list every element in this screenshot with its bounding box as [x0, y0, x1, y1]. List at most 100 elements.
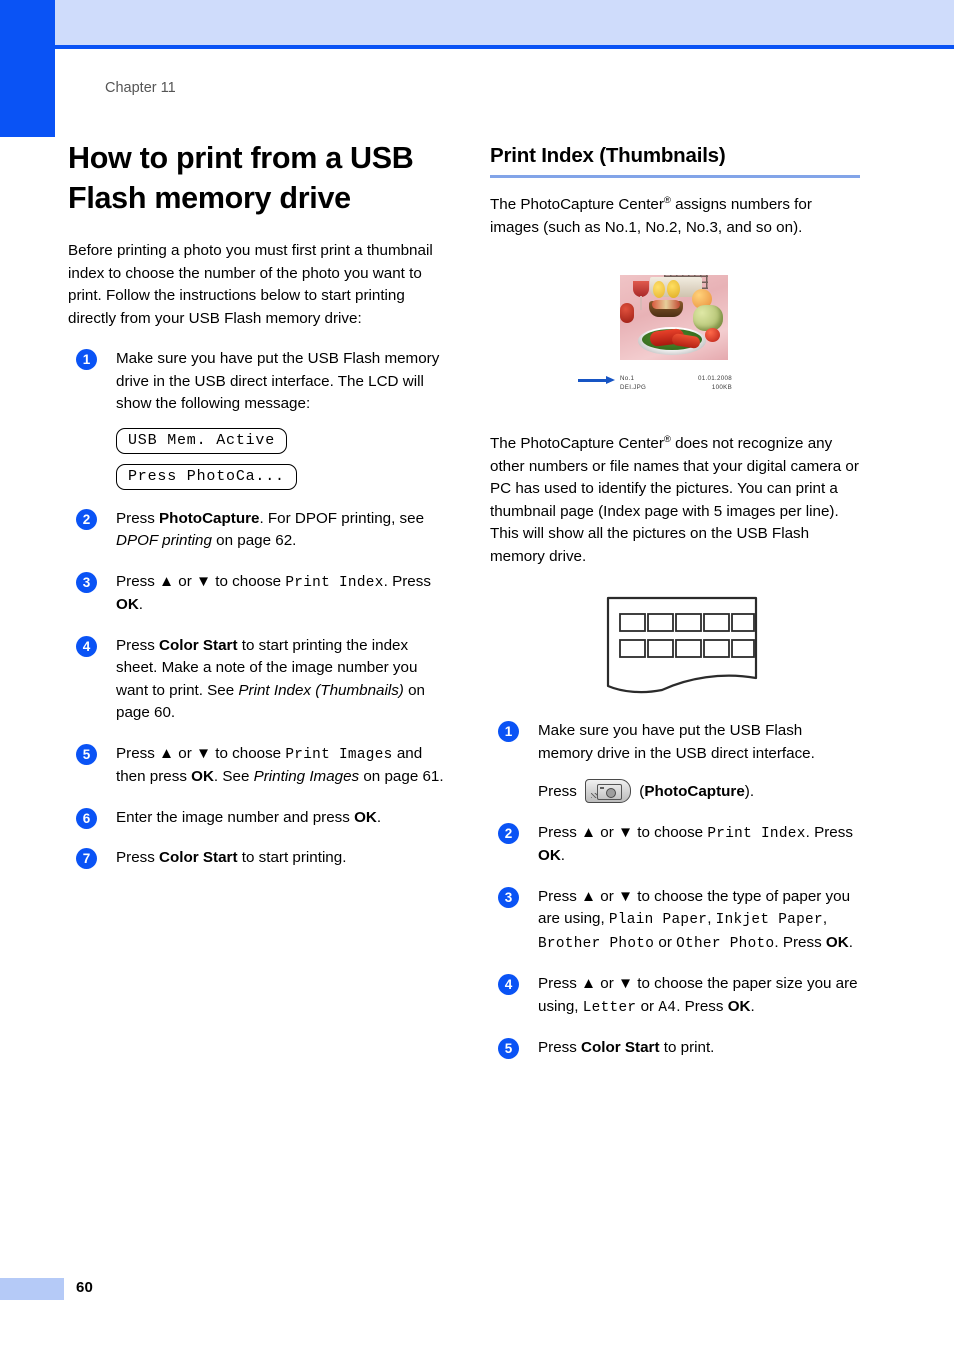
step-text: .	[376, 808, 382, 826]
photo-wine-stem	[640, 296, 642, 310]
index-sheet-figure	[490, 594, 860, 702]
paragraph-text: does not recognize any other numbers or …	[490, 435, 859, 565]
photo-tomato	[705, 328, 720, 342]
step-text: . Press	[676, 997, 728, 1015]
menu-option-print-index: Print Index	[285, 574, 384, 591]
step-right-4: 4 Press ▲ or ▼ to choose the paper size …	[490, 973, 860, 1019]
step-text: .	[848, 933, 853, 951]
step-bold-photocapture: PhotoCapture	[644, 783, 745, 800]
step-text: Press ▲ or ▼ to choose	[116, 744, 286, 762]
step-text: .	[138, 596, 144, 613]
step-text: ,	[822, 910, 828, 927]
step-bullet: 5	[76, 743, 97, 765]
menu-option-letter: Letter	[582, 999, 637, 1016]
photo-corn-2	[667, 280, 680, 298]
step-text: Press	[116, 636, 160, 654]
step-right-1: 1 Make sure you have put the USB Flash m…	[490, 720, 860, 804]
step-right-2: 2 Press ▲ or ▼ to choose Print Index. Pr…	[490, 822, 860, 868]
step-bold-photocapture: PhotoCapture	[159, 509, 260, 527]
registered-mark: ®	[663, 433, 671, 445]
step-text: to print.	[659, 1039, 715, 1056]
step-bold-ok: OK	[191, 768, 214, 785]
step-bold-ok: OK	[727, 997, 751, 1015]
step-italic-reference: Print Index (Thumbnails)	[238, 681, 404, 699]
step-text: Press	[116, 849, 160, 866]
step-text: . See	[213, 768, 254, 785]
step-text: Press	[116, 509, 160, 527]
step-bullet: 3	[498, 886, 519, 908]
step-text: . For DPOF printing, see	[259, 509, 425, 527]
step-text: . Press	[805, 823, 853, 841]
thumbnail-photo-figure: No.1 01.01.2008 DEI.JPG 100KB	[490, 275, 860, 415]
step-bold-color-start: Color Start	[581, 1039, 660, 1056]
step-italic-reference: Printing Images	[253, 768, 360, 785]
lcd-display-usb-mem-active: USB Mem. Active	[116, 427, 288, 454]
step-text: on page 62.	[211, 532, 297, 549]
photo-caption: No.1 01.01.2008 DEI.JPG 100KB	[620, 375, 732, 392]
page-title: How to print from a USB Flash memory dri…	[68, 141, 414, 215]
chapter-label: Chapter 11	[105, 80, 176, 96]
step-bullet: 3	[76, 571, 97, 593]
step-bullet: 4	[76, 635, 97, 657]
header-band	[55, 0, 954, 45]
footer-bar	[0, 1278, 64, 1300]
step-bold-ok: OK	[116, 596, 139, 613]
sample-photo	[620, 275, 728, 360]
photo-caption-number: No.1	[620, 375, 635, 382]
step-bullet: 1	[76, 349, 97, 370]
step-text: Press ▲ or ▼ to choose	[538, 823, 708, 841]
step-text: Make sure you have put the USB Flash mem…	[538, 722, 815, 762]
section-title-underline	[490, 175, 860, 178]
registered-mark: ®	[663, 194, 671, 206]
step-text: on page 61.	[359, 768, 444, 785]
right-column: Print Index (Thumbnails) The PhotoCaptur…	[490, 138, 860, 1060]
step-bold-color-start: Color Start	[159, 849, 238, 866]
step-text: Press	[538, 1039, 582, 1056]
page-number: 60	[76, 1279, 94, 1296]
menu-option-a4: A4	[658, 999, 677, 1016]
photo-caption-date: 01.01.2008	[698, 375, 732, 382]
step-text: .	[560, 847, 566, 864]
chapter-edge-tab	[0, 0, 55, 137]
photo-bowl-food	[652, 300, 680, 309]
step-text: or	[654, 933, 677, 951]
menu-option-other-photo: Other Photo	[676, 935, 775, 952]
step-bullet: 1	[498, 721, 519, 742]
section-title: Print Index (Thumbnails)	[490, 144, 726, 167]
photo-wine-glass	[633, 281, 649, 297]
left-column: How to print from a USB Flash memory dri…	[68, 138, 448, 870]
step-left-7: 7 Press Color Start to start printing.	[68, 847, 448, 870]
step-text: Press ▲ or ▼ to choose	[116, 572, 286, 590]
step-text: .	[750, 997, 755, 1015]
menu-option-inkjet-paper: Inkjet Paper	[715, 912, 823, 928]
camera-icon	[597, 784, 623, 800]
step-left-1: 1 Make sure you have put the USB Flash m…	[68, 348, 448, 416]
menu-option-print-index: Print Index	[707, 825, 806, 842]
step-bullet: 2	[76, 508, 97, 530]
photocapture-button-icon[interactable]	[585, 779, 632, 803]
step-bullet: 6	[76, 807, 97, 829]
callout-arrow-icon	[578, 376, 618, 384]
step-text: or	[636, 997, 659, 1015]
step-bullet: 4	[498, 974, 519, 995]
step-left-5: 5 Press ▲ or ▼ to choose Print Images an…	[68, 743, 448, 789]
step-left-3: 3 Press ▲ or ▼ to choose Print Index. Pr…	[68, 571, 448, 617]
step-italic-reference: DPOF printing	[116, 532, 212, 549]
step-bullet: 7	[76, 848, 97, 869]
menu-option-brother-photo: Brother Photo	[538, 935, 655, 952]
step-bold-ok: OK	[538, 847, 561, 864]
step-right-3: 3 Press ▲ or ▼ to choose the type of pap…	[490, 886, 860, 956]
photo-caption-size: 100KB	[711, 383, 732, 391]
press-photocapture-line: Press (PhotoCapture).	[538, 779, 860, 804]
paragraph-text: The PhotoCapture Center	[490, 435, 664, 452]
lcd-message-1-wrap: USB Mem. Active	[68, 416, 448, 454]
intro-paragraph: Before printing a photo you must first p…	[68, 242, 433, 327]
index-sheet-illustration	[606, 596, 758, 694]
photo-caption-filename: DEI.JPG	[620, 383, 647, 391]
photo-grapes	[693, 305, 723, 331]
lcd-display-press-photocapture: Press PhotoCa...	[116, 463, 297, 490]
step-text: . Press	[774, 933, 826, 951]
step-left-2: 2 Press PhotoCapture. For DPOF printing,…	[68, 508, 448, 553]
step-left-6: 6 Enter the image number and press OK.	[68, 807, 448, 830]
step-text: Enter the image number and press	[116, 808, 355, 826]
